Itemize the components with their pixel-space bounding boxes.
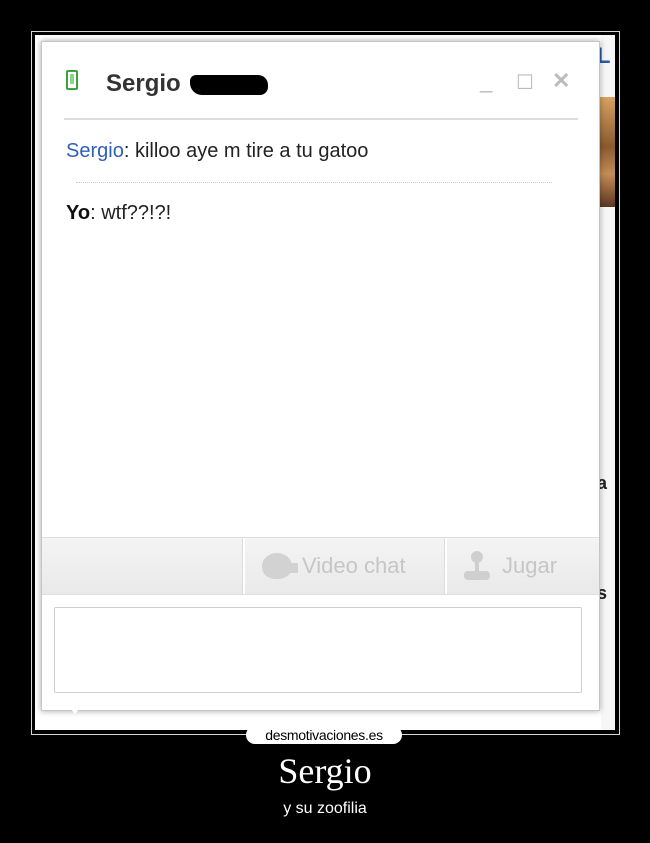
- chat-message: Sergio: killoo aye m tire a tu gatoo: [66, 140, 368, 163]
- poster-subtitle: y su zoofilia: [283, 800, 367, 817]
- message-sender: Sergio: [66, 140, 124, 162]
- message-sender: Yo: [66, 202, 91, 224]
- video-chat-label: Video chat: [302, 553, 406, 578]
- chat-message: Yo: wtf??!?!: [66, 202, 171, 225]
- chat-window-tail: [65, 702, 85, 714]
- contact-name: Sergio: [106, 70, 181, 97]
- redacted-surname: [190, 75, 268, 95]
- screenshot-area: L i a s Sergio _ ☐ ✕ Sergio: killoo aye …: [35, 35, 615, 730]
- mobile-status-icon: [66, 70, 78, 90]
- maximize-button[interactable]: ☐: [516, 70, 534, 95]
- play-button[interactable]: Jugar: [462, 538, 557, 594]
- poster-title: Sergio: [278, 751, 372, 791]
- minimize-button[interactable]: _: [480, 68, 492, 94]
- video-camera-icon: [262, 553, 298, 579]
- chat-toolbar: Video chat Jugar: [42, 537, 599, 595]
- chat-title-bar[interactable]: Sergio _ ☐ ✕: [42, 42, 599, 112]
- play-label: Jugar: [502, 553, 558, 578]
- message-separator: :: [123, 140, 135, 162]
- chat-window: Sergio _ ☐ ✕ Sergio: killoo aye m tire a…: [41, 41, 600, 711]
- toolbar-separator: [242, 538, 245, 594]
- message-divider: [76, 182, 552, 183]
- message-separator: :: [90, 202, 102, 224]
- watermark: desmotivaciones.es: [246, 726, 402, 744]
- video-chat-button[interactable]: Video chat: [262, 538, 406, 594]
- toolbar-separator: [444, 538, 447, 594]
- message-text: killoo aye m tire a tu gatoo: [134, 140, 369, 162]
- close-button[interactable]: ✕: [552, 68, 570, 94]
- joystick-icon: [462, 551, 492, 581]
- title-divider: [64, 118, 578, 120]
- message-text: wtf??!?!: [101, 202, 172, 224]
- message-input[interactable]: [54, 607, 582, 693]
